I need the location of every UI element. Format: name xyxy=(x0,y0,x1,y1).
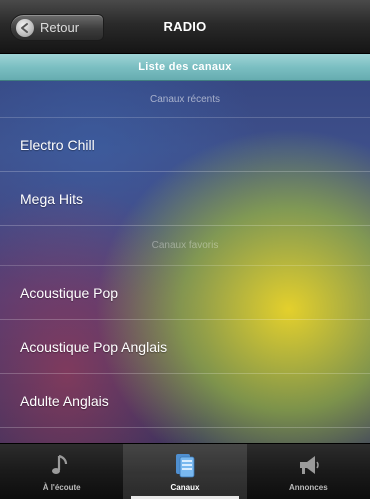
tab-label: Canaux xyxy=(170,483,200,492)
tab-listening[interactable]: À l'écoute xyxy=(0,444,123,499)
group-header-favorites: Canaux favoris xyxy=(0,226,370,266)
section-title: Liste des canaux xyxy=(0,54,370,81)
channel-item[interactable]: Acoustique Pop xyxy=(0,266,370,320)
header-bar: Retour RADIO xyxy=(0,0,370,54)
tab-bar: À l'écoute Canaux Annonces xyxy=(0,443,370,499)
tab-channels[interactable]: Canaux xyxy=(123,444,247,499)
channel-item[interactable]: Mega Hits xyxy=(0,172,370,226)
megaphone-icon xyxy=(300,456,320,474)
radio-screen: Retour RADIO Liste des canaux Canaux réc… xyxy=(0,0,370,499)
channel-item[interactable]: Electro Chill xyxy=(0,118,370,172)
channel-item[interactable]: Adulte Anglais xyxy=(0,374,370,428)
tab-label: À l'écoute xyxy=(42,483,81,492)
page-title: RADIO xyxy=(163,19,207,34)
tab-announcements[interactable]: Annonces xyxy=(247,444,370,499)
channels-icon xyxy=(175,454,195,478)
tab-label: Annonces xyxy=(288,483,328,492)
music-note-icon xyxy=(51,454,67,474)
group-header-recent: Canaux récents xyxy=(0,81,370,118)
channel-item[interactable]: Acoustique Pop Anglais xyxy=(0,320,370,374)
channel-list: Canaux récents Electro Chill Mega Hits C… xyxy=(0,81,370,428)
